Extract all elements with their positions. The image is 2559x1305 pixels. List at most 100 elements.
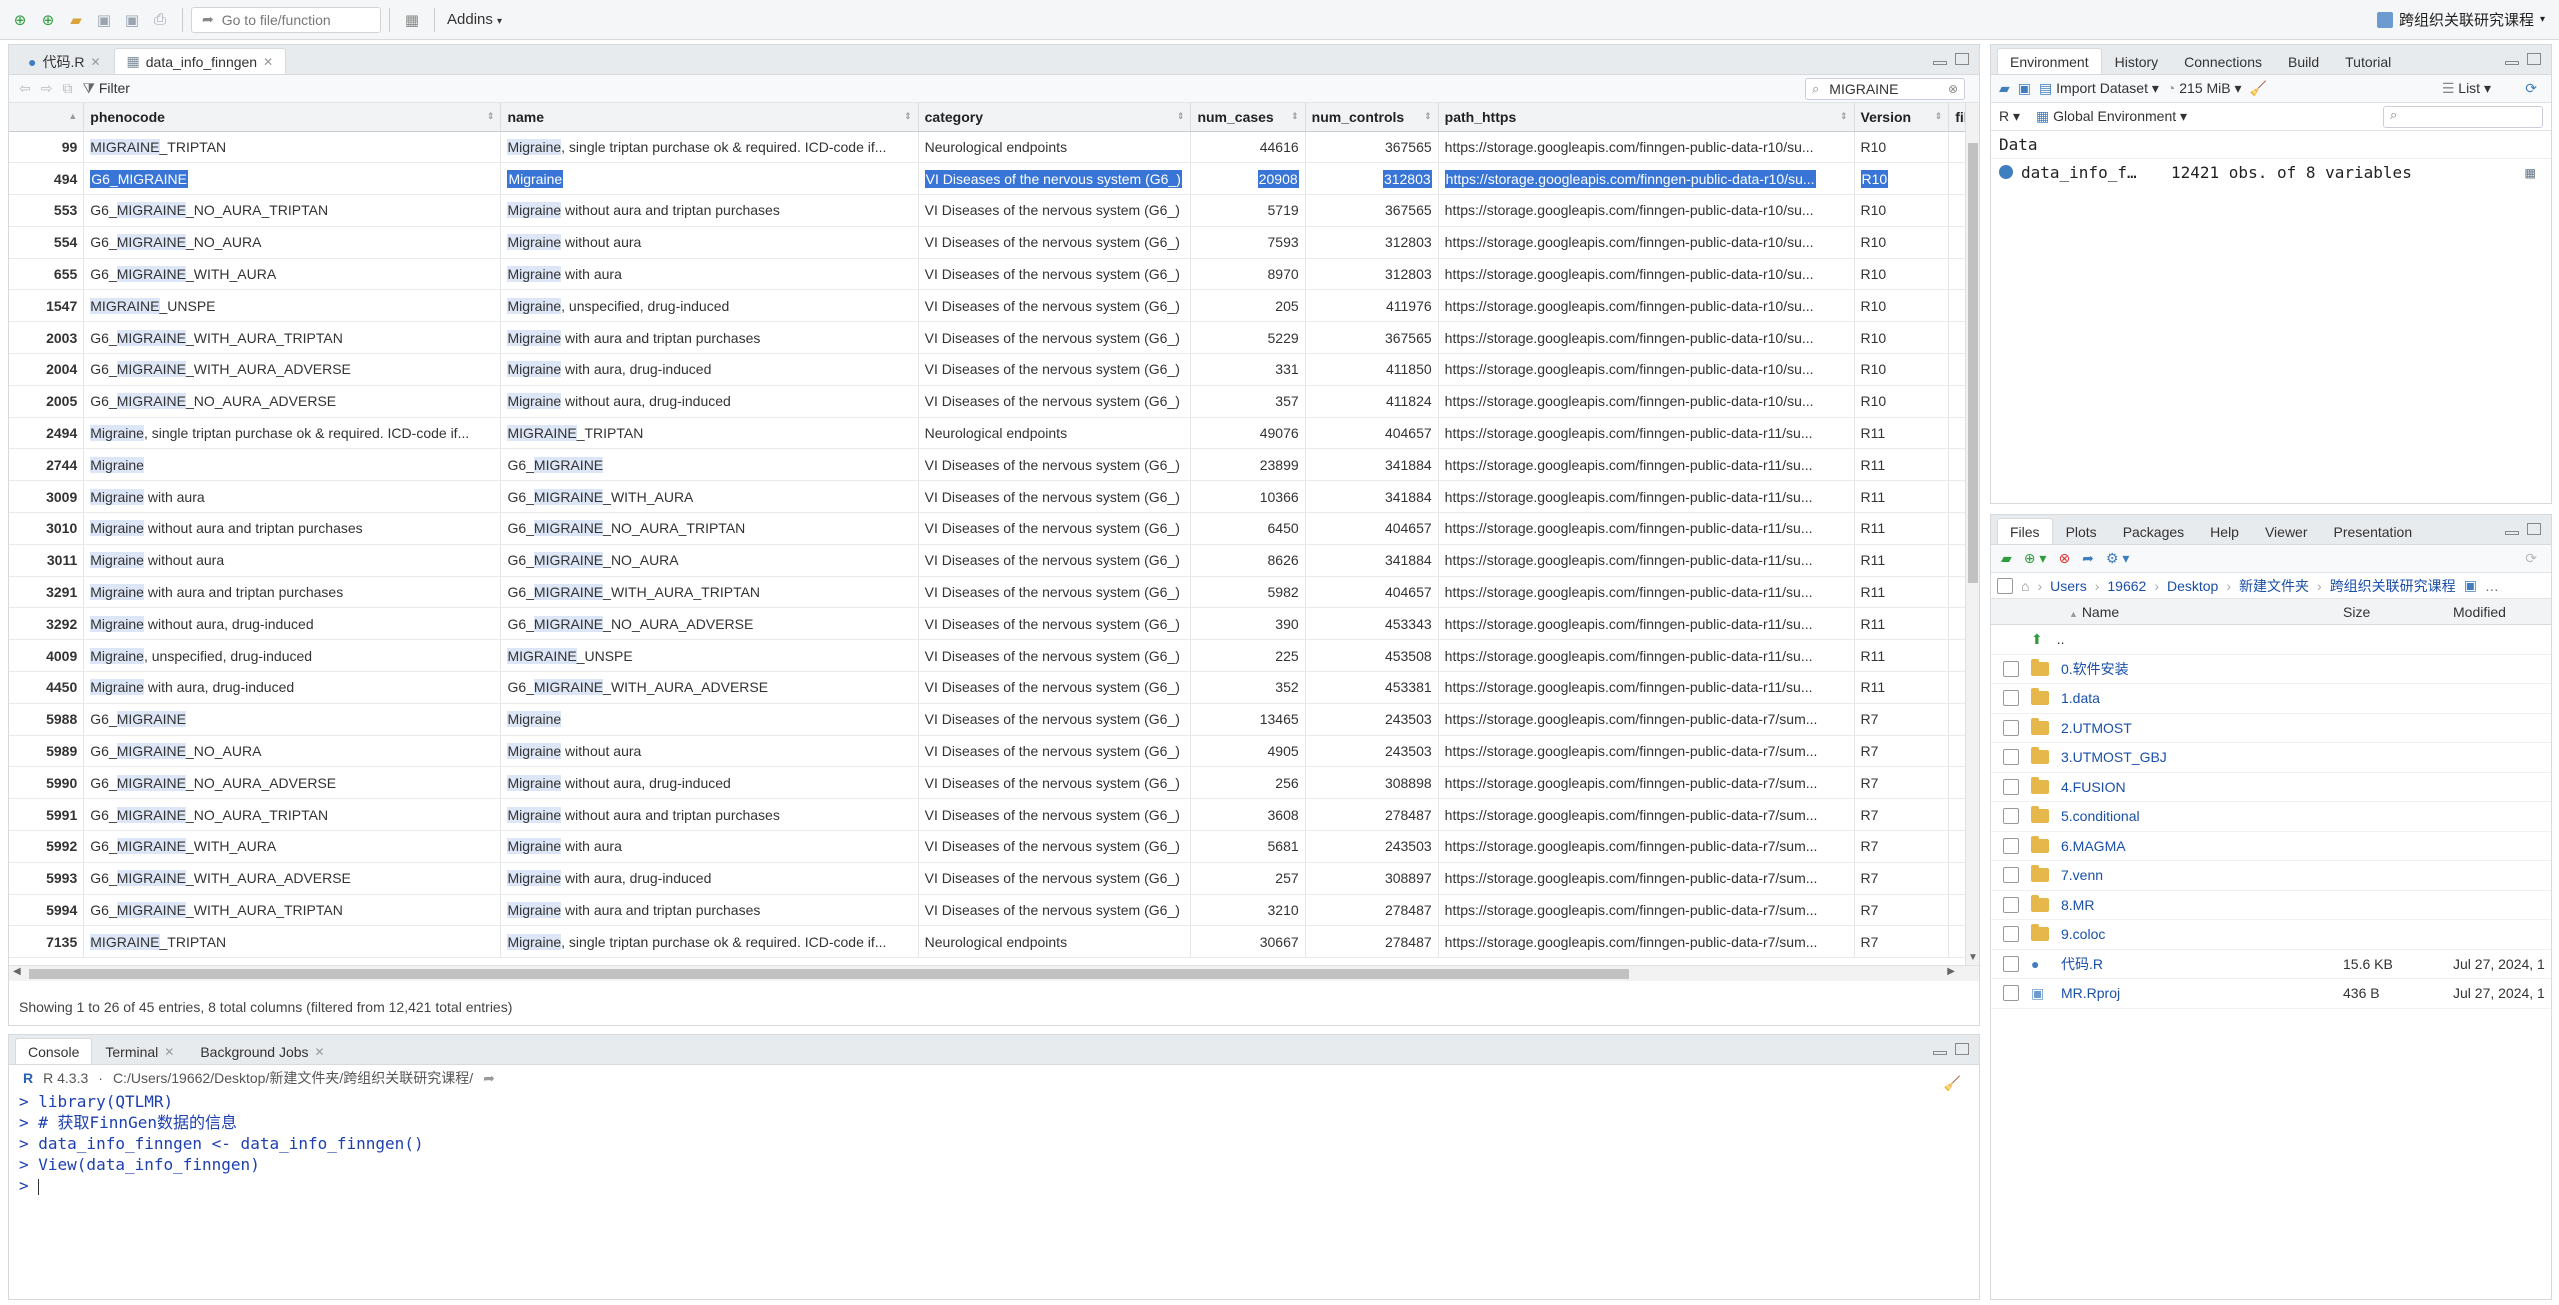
file-name[interactable]: 1.data (2061, 690, 2100, 706)
file-checkbox[interactable] (2003, 985, 2019, 1002)
file-name[interactable]: 8.MR (2061, 897, 2094, 913)
col-header-num-controls[interactable]: num_controls ⇕ (1305, 103, 1439, 132)
close-icon[interactable]: ✕ (164, 1045, 174, 1059)
folder-row[interactable]: 4.FUSION (1991, 773, 2551, 802)
select-all-checkbox[interactable] (1997, 577, 2013, 594)
file-name[interactable]: 9.coloc (2061, 926, 2105, 942)
goto-dir-icon[interactable]: ➦ (483, 1070, 495, 1087)
scroll-thumb[interactable] (1968, 143, 1978, 583)
maximize-icon[interactable] (1955, 1043, 1969, 1055)
col-name[interactable]: ▲ Name (2069, 604, 2119, 620)
table-row[interactable]: 2744 Migraine G6_MIGRAINE VI Diseases of th… (9, 448, 1979, 482)
breadcrumb-item[interactable]: 新建文件夹 (2239, 576, 2309, 596)
file-checkbox[interactable] (2003, 837, 2019, 854)
tab-presentation[interactable]: Presentation (2321, 518, 2426, 544)
project-icon[interactable]: ▣ (2464, 577, 2477, 594)
table-row[interactable]: 3009 Migraine with aura G6_MIGRAINE_WITH_A… (9, 480, 1979, 514)
table-row[interactable]: 3291 Migraine with aura and triptan purch… (9, 576, 1979, 609)
env-search-input[interactable]: ⌕ (2383, 106, 2543, 128)
tab-background-jobs[interactable]: Background Jobs ✕ (187, 1038, 337, 1064)
folder-row[interactable]: 5.conditional (1991, 802, 2551, 832)
save-workspace-icon[interactable]: ▣ (2018, 80, 2031, 97)
grid-layout-icon[interactable]: ▦ (401, 9, 423, 31)
breadcrumb-item[interactable]: Desktop (2167, 578, 2218, 594)
tab-data-info-finngen[interactable]: ▦ data_info_finngen ✕ (113, 48, 287, 74)
folder-row[interactable]: 7.venn (1991, 861, 2551, 891)
table-row[interactable]: 3292 Migraine without aura, drug-induced G… (9, 607, 1979, 641)
hscroll-thumb[interactable] (29, 969, 1629, 979)
file-name[interactable]: MR.Rproj (2061, 985, 2120, 1001)
rename-icon[interactable]: ➦ (2082, 550, 2094, 567)
table-row[interactable]: 7135 MIGRAINE_TRIPTAN Migraine, single tri… (9, 925, 1979, 959)
file-checkbox[interactable] (2003, 896, 2019, 913)
tab-plots[interactable]: Plots (2053, 518, 2110, 544)
close-icon[interactable]: ✕ (315, 1045, 325, 1059)
file-name[interactable]: 7.venn (2061, 867, 2103, 883)
tab-connections[interactable]: Connections (2171, 48, 2275, 74)
clear-search-icon[interactable]: ⊗ (1948, 82, 1958, 96)
table-row[interactable]: 5991 G6_MIGRAINE_NO_AURA_TRIPTAN Migraine … (9, 798, 1979, 832)
file-checkbox[interactable] (2003, 955, 2019, 972)
folder-row[interactable]: 2.UTMOST (1991, 714, 2551, 743)
file-name[interactable]: 2.UTMOST (2061, 720, 2132, 736)
file-checkbox[interactable] (2003, 749, 2019, 766)
tab-history[interactable]: History (2102, 48, 2172, 74)
import-dataset-button[interactable]: ▤ Import Dataset ▾ (2039, 80, 2159, 97)
table-row[interactable]: 3011 Migraine without aura G6_MIGRAINE_NO_… (9, 544, 1979, 577)
table-row[interactable]: 2494 Migraine, single triptan purchase ok… (9, 417, 1979, 450)
file-checkbox[interactable] (2003, 926, 2019, 943)
col-header-version[interactable]: Version ⇕ (1854, 103, 1950, 132)
breadcrumb-item[interactable]: 跨组织关联研究课程 (2330, 576, 2456, 596)
new-file-icon[interactable]: ⊕ (9, 9, 31, 31)
new-blank-file-icon[interactable]: ⊕ ▾ (2024, 550, 2047, 567)
more-icon[interactable]: … (2485, 578, 2499, 594)
delete-icon[interactable]: ⊗ (2058, 550, 2070, 567)
folder-row[interactable]: 3.UTMOST_GBJ (1991, 743, 2551, 773)
breadcrumb-item[interactable]: Users (2050, 578, 2087, 594)
memory-usage[interactable]: ◔ 215 MiB ▾ (2167, 80, 2242, 97)
col-header-rownames[interactable]: ▲ (9, 103, 85, 132)
file-name[interactable]: 4.FUSION (2061, 779, 2126, 795)
scroll-left-icon[interactable]: ◀ (13, 966, 21, 977)
table-row[interactable]: 554 G6_MIGRAINE_NO_AURA Migraine without a… (9, 226, 1979, 259)
minimize-icon[interactable] (2505, 531, 2519, 535)
table-row[interactable]: 5989 G6_MIGRAINE_NO_AURA Migraine without … (9, 735, 1979, 768)
tab-terminal[interactable]: Terminal ✕ (92, 1038, 187, 1064)
col-size[interactable]: Size (2343, 604, 2370, 620)
console-prompt[interactable]: > (19, 1175, 1979, 1196)
table-row[interactable]: 553 G6_MIGRAINE_NO_AURA_TRIPTAN Migraine w… (9, 194, 1979, 227)
tab-help[interactable]: Help (2197, 518, 2252, 544)
table-row[interactable]: 2003 G6_MIGRAINE_WITH_AURA_TRIPTAN Migrain… (9, 321, 1979, 355)
horizontal-scrollbar[interactable]: ◀ ▶ (9, 965, 1979, 981)
table-row[interactable]: 99 MIGRAINE_TRIPTAN Migraine, single tript… (9, 131, 1979, 164)
col-header-phenocode[interactable]: phenocode ⇕ (83, 103, 502, 132)
back-icon[interactable]: ⇦ (19, 80, 31, 97)
working-directory[interactable]: C:/Users/19662/Desktop/新建文件夹/跨组织关联研究课程/ (113, 1068, 473, 1088)
refresh-icon[interactable]: ⟳ (2525, 550, 2537, 567)
col-header-num-cases[interactable]: num_cases ⇕ (1190, 103, 1306, 132)
minimize-icon[interactable] (1933, 1051, 1947, 1055)
language-select[interactable]: R ▾ (1999, 108, 2020, 125)
addins-menu[interactable]: Addins ▾ (447, 11, 502, 28)
tab-viewer[interactable]: Viewer (2252, 518, 2321, 544)
scope-select[interactable]: ▦ Global Environment ▾ (2036, 108, 2187, 125)
tab-console[interactable]: Console (15, 1038, 93, 1064)
console-output[interactable]: > library(QTLMR) > # 获取FinnGen数据的信息 > da… (9, 1091, 1979, 1196)
view-table-icon[interactable]: ▦ (2525, 163, 2535, 182)
table-row[interactable]: 5988 G6_MIGRAINE Migraine VI Diseases of th… (9, 703, 1979, 736)
table-row[interactable]: 5992 G6_MIGRAINE_WITH_AURA Migraine with a… (9, 830, 1979, 863)
folder-row[interactable]: 6.MAGMA (1991, 832, 2551, 861)
file-name[interactable]: 0.软件安装 (2061, 659, 2129, 679)
folder-row[interactable]: 8.MR (1991, 891, 2551, 920)
new-project-icon[interactable]: ⊕ (37, 9, 59, 31)
project-menu[interactable]: 跨组织关联研究课程 ▾ (2376, 9, 2545, 30)
expand-icon[interactable] (1999, 165, 2013, 179)
table-row[interactable]: 5990 G6_MIGRAINE_NO_AURA_ADVERSE Migraine … (9, 766, 1979, 800)
table-row[interactable]: 2004 G6_MIGRAINE_WITH_AURA_ADVERSE Migrain… (9, 353, 1979, 386)
refresh-icon[interactable]: ⟳ (2525, 80, 2537, 97)
forward-icon[interactable]: ⇨ (41, 80, 53, 97)
tab-files[interactable]: Files (1997, 518, 2053, 544)
more-gear-icon[interactable]: ⚙ ▾ (2106, 550, 2129, 567)
maximize-icon[interactable] (2527, 523, 2541, 535)
file-checkbox[interactable] (2003, 778, 2019, 795)
